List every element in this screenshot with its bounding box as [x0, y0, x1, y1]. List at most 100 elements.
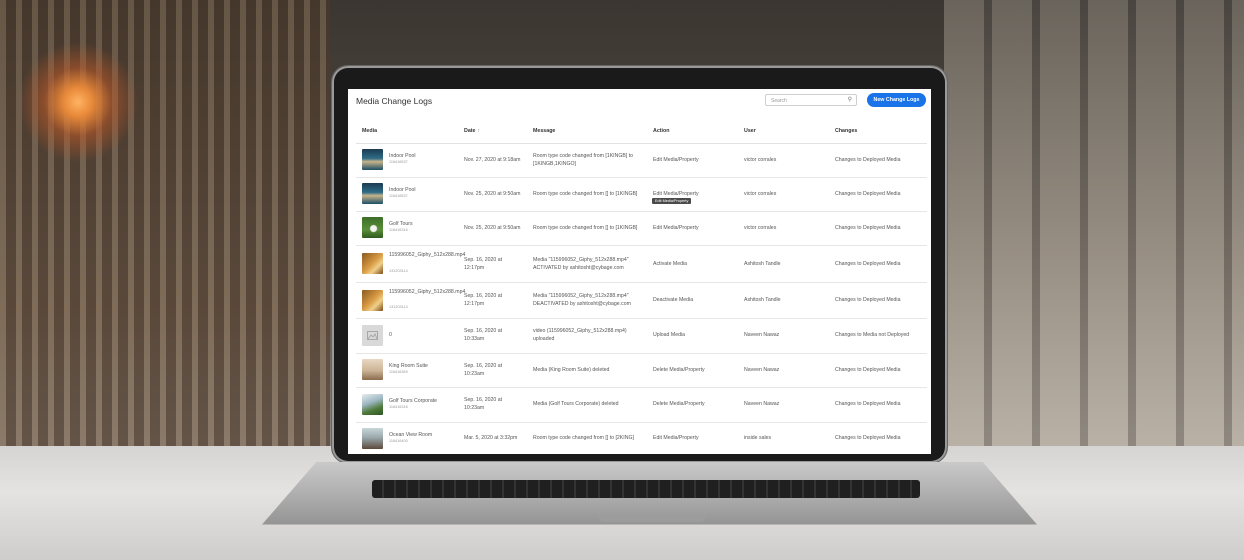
pool-thumbnail [362, 183, 383, 204]
date-cell: Sep. 16, 2020 at 12:17pm [464, 293, 503, 307]
user-cell: victor corrales [744, 191, 777, 197]
message-cell: Room type code changed from [] to [2KING… [533, 435, 634, 441]
changes-cell: Changes to Deployed Media [835, 297, 901, 303]
placeholder-image [362, 325, 383, 346]
media-name[interactable]: 115996052_Giphy_512x288.mp4 [389, 289, 465, 296]
date-cell: Nov. 25, 2020 at 9:50am [464, 191, 521, 197]
laptop-hinge-notch [598, 515, 706, 522]
search-placeholder: Search [771, 98, 787, 104]
sort-ascending-icon: ↑ [477, 128, 480, 134]
media-name[interactable]: 0 [389, 332, 392, 339]
changes-cell: Changes to Deployed Media [835, 435, 901, 441]
media-name[interactable]: Ocean View Room [389, 432, 432, 439]
search-input[interactable]: Search ⚲ [765, 94, 857, 106]
background-right-decor [944, 0, 1244, 450]
new-change-logs-button[interactable]: New Change Logs [867, 93, 926, 107]
date-cell: Sep. 16, 2020 at 10:33am [464, 328, 503, 342]
table-row[interactable]: 0 Sep. 16, 2020 at 10:33am video (115996… [356, 318, 927, 354]
media-name[interactable]: Indoor Pool [389, 153, 416, 160]
change-log-table: Media Date ↑ Message Action User Changes … [356, 119, 927, 454]
media-name[interactable]: Golf Tours Corporate [389, 398, 437, 405]
page-title: Media Change Logs [356, 96, 433, 106]
laptop-keyboard [372, 480, 920, 498]
table-header: Media Date ↑ Message Action User Changes [356, 119, 927, 144]
app-screen: Media Change Logs Search ⚲ New Change Lo… [348, 89, 931, 454]
ocean-room-thumbnail [362, 428, 383, 449]
date-header-label: Date [464, 128, 476, 134]
action-cell: Deactivate Media [653, 297, 694, 303]
date-cell: Sep. 16, 2020 at 10:23am [464, 397, 503, 411]
media-name[interactable]: King Room Suite [389, 363, 428, 370]
table-row[interactable]: 115996052_Giphy_512x288.mp4 131203114 Se… [356, 282, 927, 319]
image-placeholder-icon [367, 331, 378, 340]
golf-thumbnail [362, 217, 383, 238]
action-cell: Edit Media/Property [653, 435, 699, 441]
table-row[interactable]: Golf Tours Corporate 116416316 Sep. 16, … [356, 387, 927, 423]
media-id: 116416537 [389, 160, 408, 164]
media-id: 116416400 [389, 439, 408, 443]
column-header-user[interactable]: User [744, 128, 756, 134]
media-id: 131203114 [389, 305, 408, 309]
date-cell: Nov. 27, 2020 at 9:18am [464, 157, 521, 163]
column-header-date[interactable]: Date ↑ [464, 128, 480, 134]
table-row[interactable]: Indoor Pool 116416537 Nov. 25, 2020 at 9… [356, 177, 927, 212]
media-id: 131203114 [389, 269, 408, 273]
media-name[interactable]: Indoor Pool [389, 187, 416, 194]
changes-cell: Changes to Deployed Media [835, 261, 901, 267]
media-name[interactable]: 115996052_Giphy_512x288.mp4 [389, 252, 465, 259]
message-cell: video (115996052_Giphy_512x288.mp4) uplo… [533, 328, 627, 342]
message-cell: Room type code changed from [1KINGB] to … [533, 153, 634, 167]
column-header-message[interactable]: Message [533, 128, 555, 134]
media-id: 116416316 [389, 405, 408, 409]
changes-cell: Changes to Deployed Media [835, 401, 901, 407]
column-header-media[interactable]: Media [362, 128, 377, 134]
message-cell: Room type code changed from [] to [1KING… [533, 225, 638, 231]
action-tooltip: Edit Media/Property [652, 198, 692, 204]
table-row[interactable]: King Room Suite 116416369 Sep. 16, 2020 … [356, 353, 927, 388]
table-row[interactable]: Indoor Pool 116416537 Nov. 27, 2020 at 9… [356, 143, 927, 178]
table-row[interactable]: 115996052_Giphy_512x288.mp4 131203114 Se… [356, 245, 927, 283]
background-left-decor [0, 0, 330, 450]
action-cell: Edit Media/Property [653, 157, 699, 163]
video-thumbnail [362, 253, 383, 274]
search-icon: ⚲ [847, 97, 852, 103]
action-cell: Upload Media [653, 332, 686, 338]
changes-cell: Changes to Deployed Media [835, 367, 901, 373]
message-cell: Media "115996052_Giphy_512x288.mp4" ACTI… [533, 257, 629, 271]
action-cell: Activate Media [653, 261, 688, 267]
room-thumbnail [362, 359, 383, 380]
message-cell: Media (Golf Tours Corporate) deleted [533, 401, 619, 407]
user-cell: Ashitosh Tandle [744, 261, 781, 267]
user-cell: Naveen Nawaz [744, 332, 780, 338]
date-cell: Nov. 25, 2020 at 9:50am [464, 225, 521, 231]
message-cell: Media (King Room Suite) deleted [533, 367, 610, 373]
date-cell: Sep. 16, 2020 at 10:23am [464, 363, 503, 377]
video-thumbnail [362, 290, 383, 311]
date-cell: Sep. 16, 2020 at 12:17pm [464, 257, 503, 271]
message-cell: Media "115996052_Giphy_512x288.mp4" DEAC… [533, 293, 631, 307]
changes-cell: Changes to Deployed Media [835, 191, 901, 197]
action-cell: Delete Media/Property [653, 367, 705, 373]
action-cell: Edit Media/Property [653, 225, 699, 231]
user-cell: Naveen Nawaz [744, 401, 780, 407]
user-cell: inside sales [744, 435, 772, 441]
user-cell: Ashitosh Tandle [744, 297, 781, 303]
media-name[interactable]: Golf Tours [389, 221, 413, 228]
column-header-changes[interactable]: Changes [835, 128, 857, 134]
page-header: Media Change Logs Search ⚲ New Change Lo… [348, 89, 931, 113]
user-cell: Naveen Nawaz [744, 367, 780, 373]
user-cell: victor corrales [744, 157, 777, 163]
changes-cell: Changes to Media not Deployed [835, 332, 910, 338]
pool-thumbnail [362, 149, 383, 170]
message-cell: Room type code changed from [] to [1KING… [533, 191, 638, 197]
action-cell: Delete Media/Property [653, 401, 705, 407]
column-header-action[interactable]: Action [653, 128, 669, 134]
date-cell: Mar. 5, 2020 at 3:32pm [464, 435, 518, 441]
golf-corporate-thumbnail [362, 394, 383, 415]
table-row[interactable]: Golf Tours 116416316 Nov. 25, 2020 at 9:… [356, 211, 927, 246]
user-cell: victor corrales [744, 225, 777, 231]
media-id: 116416537 [389, 194, 408, 198]
media-id: 116416369 [389, 370, 408, 374]
table-row[interactable]: Ocean View Room 116416400 Mar. 5, 2020 a… [356, 422, 927, 454]
media-id: 116416316 [389, 228, 408, 232]
